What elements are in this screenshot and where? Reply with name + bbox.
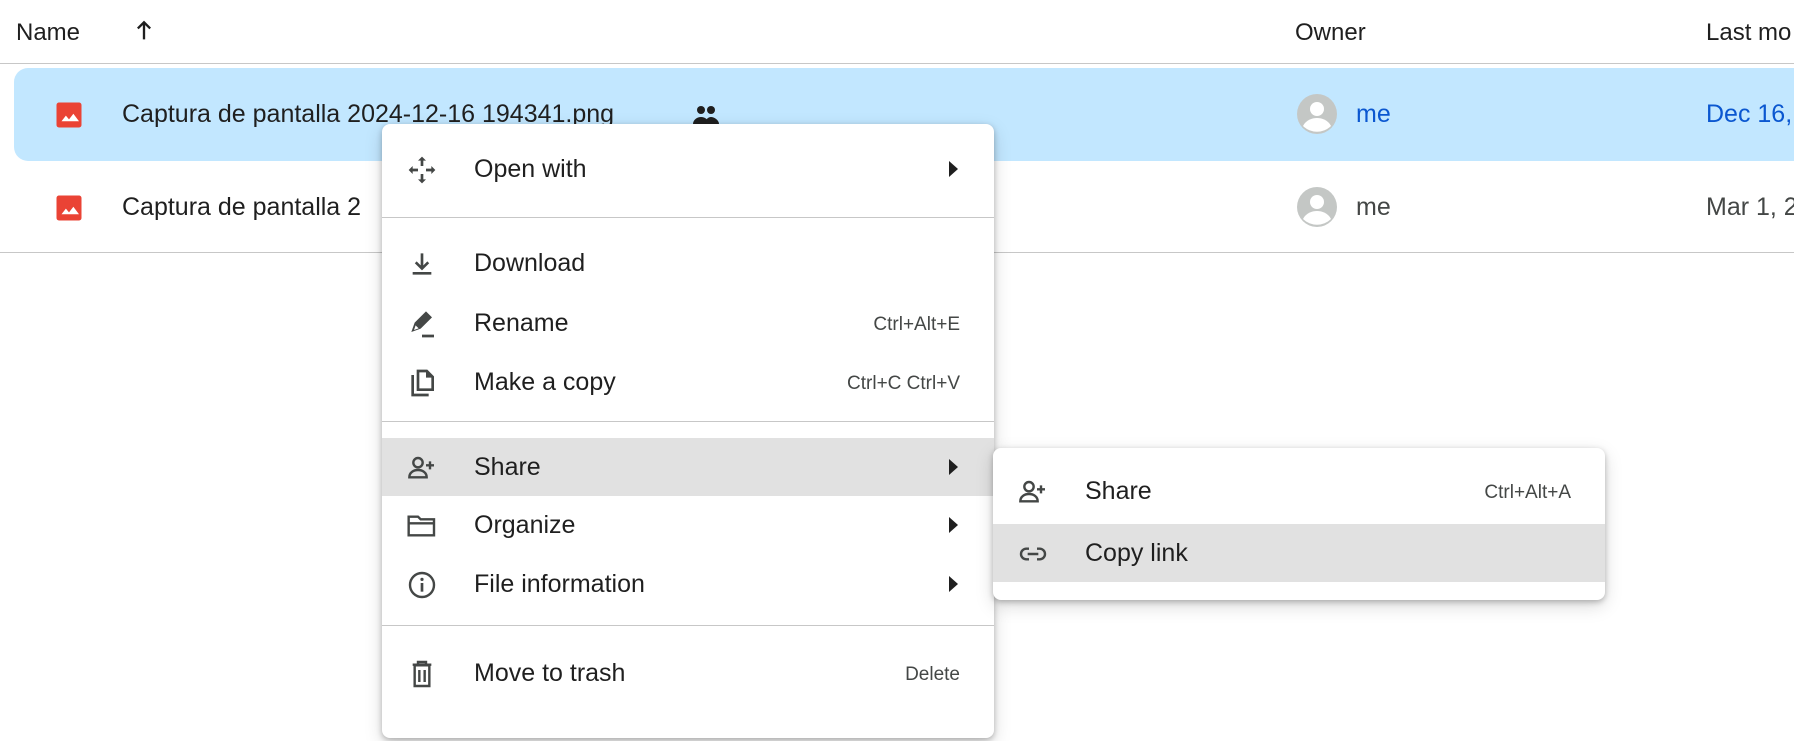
menu-divider bbox=[382, 625, 994, 626]
submenu-item-share[interactable]: Share Ctrl+Alt+A bbox=[993, 462, 1605, 520]
context-menu: Open with Download Rename Ctrl+Alt+E Mak… bbox=[382, 124, 994, 738]
menu-item-download[interactable]: Download bbox=[382, 234, 994, 292]
sort-ascending-icon[interactable] bbox=[130, 16, 158, 44]
file-name: Captura de pantalla 2 bbox=[122, 193, 362, 221]
pencil-icon bbox=[406, 308, 438, 340]
menu-item-move-to-trash[interactable]: Move to trash Delete bbox=[382, 644, 994, 702]
menu-item-label: Rename bbox=[474, 309, 569, 337]
menu-item-rename[interactable]: Rename Ctrl+Alt+E bbox=[382, 294, 994, 352]
trash-icon bbox=[406, 658, 438, 690]
copy-icon bbox=[406, 367, 438, 399]
menu-item-organize[interactable]: Organize bbox=[382, 496, 994, 554]
menu-item-label: Move to trash bbox=[474, 659, 626, 687]
menu-item-shortcut: Ctrl+Alt+E bbox=[873, 314, 960, 335]
drive-file-list: Name Owner Last mo Captura de pantalla 2… bbox=[0, 0, 1794, 741]
list-header: Name Owner Last mo bbox=[0, 0, 1794, 64]
submenu-arrow-icon bbox=[949, 517, 958, 533]
menu-item-label: Download bbox=[474, 249, 586, 277]
download-icon bbox=[406, 248, 438, 280]
menu-item-shortcut: Delete bbox=[905, 664, 960, 685]
shared-people-icon bbox=[690, 104, 722, 126]
submenu-arrow-icon bbox=[949, 459, 958, 475]
menu-divider bbox=[382, 421, 994, 422]
folder-open-icon bbox=[406, 510, 438, 542]
owner-column-header[interactable]: Owner bbox=[1295, 19, 1366, 47]
image-file-icon bbox=[54, 193, 84, 223]
menu-item-file-information[interactable]: File information bbox=[382, 555, 994, 613]
owner-name: me bbox=[1356, 193, 1391, 221]
owner-name: me bbox=[1356, 100, 1391, 128]
menu-item-open-with[interactable]: Open with bbox=[382, 140, 994, 198]
owner-avatar bbox=[1295, 92, 1339, 136]
last-modified-date: Dec 16, bbox=[1706, 100, 1793, 128]
menu-item-make-copy[interactable]: Make a copy Ctrl+C Ctrl+V bbox=[382, 353, 994, 411]
menu-item-label: Copy link bbox=[1085, 539, 1188, 567]
menu-item-label: Organize bbox=[474, 511, 576, 539]
menu-item-label: Share bbox=[1085, 477, 1152, 505]
menu-item-label: Open with bbox=[474, 155, 587, 183]
name-column-header[interactable]: Name bbox=[16, 19, 80, 47]
share-submenu: Share Ctrl+Alt+A Copy link bbox=[993, 448, 1605, 600]
menu-item-label: File information bbox=[474, 570, 645, 598]
menu-item-share[interactable]: Share bbox=[382, 438, 994, 496]
link-icon bbox=[1017, 538, 1049, 570]
submenu-item-copy-link[interactable]: Copy link bbox=[993, 524, 1605, 582]
menu-divider bbox=[382, 217, 994, 218]
submenu-arrow-icon bbox=[949, 161, 958, 177]
person-add-icon bbox=[1017, 476, 1049, 508]
menu-item-shortcut: Ctrl+Alt+A bbox=[1484, 482, 1571, 503]
menu-item-label: Share bbox=[474, 453, 541, 481]
info-icon bbox=[406, 569, 438, 601]
menu-item-shortcut: Ctrl+C Ctrl+V bbox=[847, 373, 960, 394]
move-arrows-icon bbox=[406, 154, 438, 186]
image-file-icon bbox=[54, 100, 84, 130]
submenu-arrow-icon bbox=[949, 576, 958, 592]
owner-avatar bbox=[1295, 185, 1339, 229]
last-modified-date: Mar 1, 2 bbox=[1706, 193, 1794, 221]
menu-item-label: Make a copy bbox=[474, 368, 616, 396]
person-add-icon bbox=[406, 452, 438, 484]
last-modified-column-header[interactable]: Last mo bbox=[1706, 19, 1791, 47]
